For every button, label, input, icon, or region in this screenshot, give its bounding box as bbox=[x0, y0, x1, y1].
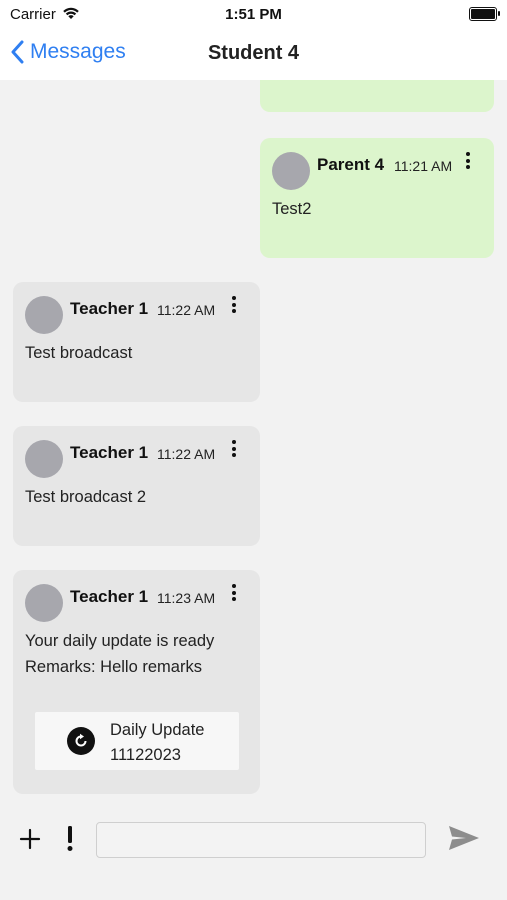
clock: 1:51 PM bbox=[225, 6, 282, 23]
message-bubble[interactable]: Teacher 1 11:22 AM Test broadcast 2 bbox=[13, 426, 260, 546]
message-line: Test broadcast 2 bbox=[25, 488, 147, 506]
sender-name: Teacher 1 bbox=[70, 443, 149, 462]
attachment-subtitle: 11122023 bbox=[110, 746, 181, 764]
message-bubble[interactable]: Teacher 1 11:22 AM Test broadcast bbox=[13, 282, 260, 402]
message-text: Test2 bbox=[272, 196, 311, 222]
avatar bbox=[25, 296, 63, 334]
message-text: Test broadcast 2 bbox=[25, 484, 146, 510]
message-time: 11:23 AM bbox=[157, 590, 216, 606]
message-line: Remarks: Hello remarks bbox=[25, 658, 202, 676]
more-vertical-icon[interactable] bbox=[230, 440, 238, 460]
page-title: Student 4 bbox=[207, 42, 300, 64]
message-list[interactable]: Parent 4 11:21 AM Test2 Teacher 1 11:22 … bbox=[0, 80, 507, 800]
avatar bbox=[272, 152, 310, 190]
message-text: Test broadcast bbox=[25, 340, 132, 366]
navigation-bar: Messages Student 4 bbox=[0, 30, 507, 80]
sender-name: Teacher 1 bbox=[70, 587, 149, 606]
more-vertical-icon[interactable] bbox=[464, 152, 472, 172]
more-vertical-icon[interactable] bbox=[230, 296, 238, 316]
avatar bbox=[25, 440, 63, 478]
message-time: 11:21 AM bbox=[394, 158, 453, 174]
refresh-icon bbox=[67, 727, 95, 755]
message-line: Your daily update is ready bbox=[25, 632, 215, 650]
message-bubble[interactable]: Parent 4 11:21 AM Test2 bbox=[260, 138, 494, 258]
send-icon[interactable] bbox=[448, 824, 480, 857]
message-time: 11:22 AM bbox=[157, 446, 216, 462]
status-bar: Carrier 1:51 PM bbox=[0, 0, 507, 30]
sender-name: Teacher 1 bbox=[70, 299, 149, 318]
message-bubble[interactable]: Teacher 1 11:23 AM Your daily update is … bbox=[13, 570, 260, 794]
exclamation-icon[interactable] bbox=[66, 820, 74, 861]
attachment-title: Daily Update bbox=[110, 721, 205, 739]
message-text: Your daily update is ready Remarks: Hell… bbox=[25, 628, 214, 680]
attachment-text: Daily Update 11122023 bbox=[110, 718, 204, 768]
more-vertical-icon[interactable] bbox=[230, 584, 238, 604]
message-line: Test broadcast bbox=[25, 344, 133, 362]
avatar bbox=[25, 584, 63, 622]
composer-bar bbox=[0, 800, 507, 900]
message-line: Test2 bbox=[272, 200, 312, 218]
message-input[interactable] bbox=[96, 822, 426, 858]
daily-update-attachment[interactable]: Daily Update 11122023 bbox=[35, 712, 239, 770]
message-time: 11:22 AM bbox=[157, 302, 216, 318]
battery-icon bbox=[469, 7, 500, 21]
plus-icon[interactable] bbox=[19, 818, 41, 857]
sender-name: Parent 4 bbox=[317, 155, 385, 174]
message-bubble-partial bbox=[260, 80, 494, 112]
